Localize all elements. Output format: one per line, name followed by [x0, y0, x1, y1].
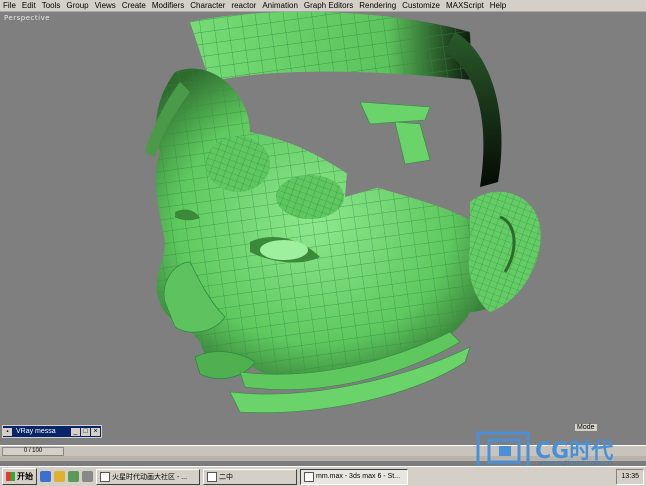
viewport-label[interactable]: Perspective [4, 14, 50, 22]
windows-logo-icon [6, 472, 15, 481]
right-arc-strip [445, 32, 502, 187]
task-label: mm.max - 3ds max 6 - St... [316, 473, 401, 480]
menu-reactor[interactable]: reactor [228, 0, 259, 11]
menu-views[interactable]: Views [92, 0, 119, 11]
start-label: 开始 [17, 472, 33, 481]
taskbar: 开始 火星时代动画大社区 - ... 二中 mm.max - 3ds max 6… [0, 466, 646, 486]
minimize-button[interactable]: _ [71, 427, 80, 436]
ie-icon[interactable] [40, 471, 51, 482]
system-tray: 13:35 [616, 468, 644, 485]
folder-icon[interactable] [54, 471, 65, 482]
menu-edit[interactable]: Edit [19, 0, 39, 11]
browser-task-icon [100, 471, 110, 482]
task-button-folder[interactable]: 二中 [203, 468, 297, 485]
menu-customize[interactable]: Customize [399, 0, 443, 11]
vray-messages-window[interactable]: ▪ VRay messa _ □ × [2, 425, 102, 438]
close-button[interactable]: × [91, 427, 100, 436]
perspective-viewport[interactable]: Perspective [0, 12, 646, 445]
menu-tools[interactable]: Tools [39, 0, 64, 11]
window-app-icon: ▪ [3, 427, 12, 436]
time-slider-handle[interactable]: 0 / 100 [2, 447, 64, 456]
menu-animation[interactable]: Animation [259, 0, 301, 11]
clock[interactable]: 13:35 [621, 473, 639, 480]
search-task-icon [207, 471, 217, 482]
menu-help[interactable]: Help [487, 0, 509, 11]
task-label: 二中 [219, 473, 233, 481]
start-button[interactable]: 开始 [2, 468, 37, 485]
menu-maxscript[interactable]: MAXScript [443, 0, 487, 11]
task-button-3dsmax[interactable]: mm.max - 3ds max 6 - St... [300, 468, 408, 485]
menu-create[interactable]: Create [119, 0, 149, 11]
menu-group[interactable]: Group [63, 0, 91, 11]
menu-bar: File Edit Tools Group Views Create Modif… [0, 0, 646, 12]
menu-modifiers[interactable]: Modifiers [149, 0, 187, 11]
maximize-button[interactable]: □ [81, 427, 90, 436]
menu-graph-editors[interactable]: Graph Editors [301, 0, 356, 11]
max-task-icon [304, 471, 314, 482]
vray-window-title: VRay messa [16, 428, 56, 435]
desktop-icon[interactable] [68, 471, 79, 482]
task-button-browser[interactable]: 火星时代动画大社区 - ... [96, 468, 200, 485]
menu-rendering[interactable]: Rendering [356, 0, 399, 11]
head-model-render [145, 12, 541, 413]
task-label: 火星时代动画大社区 - ... [112, 473, 188, 481]
menu-character[interactable]: Character [187, 0, 228, 11]
media-icon[interactable] [82, 471, 93, 482]
menu-file[interactable]: File [0, 0, 19, 11]
